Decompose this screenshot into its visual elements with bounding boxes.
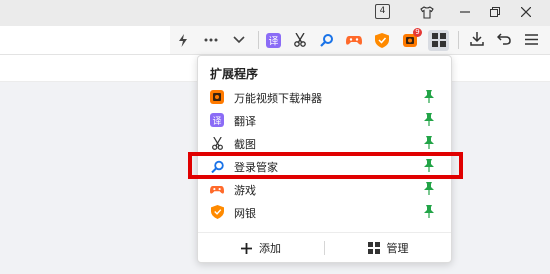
- address-bar[interactable]: [0, 26, 170, 54]
- extension-label: 万能视频下载神器: [234, 92, 322, 105]
- extension-label: 截图: [234, 138, 256, 151]
- add-extension-button[interactable]: 添加: [198, 233, 324, 263]
- video-badge: 9: [413, 28, 422, 37]
- panel-title: 扩展程序: [210, 67, 259, 81]
- scissors-icon: [210, 136, 224, 150]
- lightning-icon[interactable]: [176, 33, 190, 47]
- chevron-down-icon[interactable]: [232, 33, 246, 47]
- manage-label: 管理: [386, 242, 409, 255]
- shirt-icon[interactable]: [416, 2, 438, 22]
- extension-label: 网银: [234, 207, 256, 220]
- svg-text:译: 译: [212, 116, 221, 127]
- translate-icon[interactable]: 译: [264, 31, 282, 49]
- extension-item-translate[interactable]: 译 翻译: [198, 109, 451, 132]
- toolbar-separator: [458, 31, 459, 49]
- shield-icon[interactable]: [373, 31, 391, 49]
- extension-label: 翻译: [234, 115, 256, 128]
- highlight-box: [188, 152, 463, 179]
- plus-icon: [241, 242, 252, 254]
- svg-text:译: 译: [268, 35, 278, 47]
- more-icon[interactable]: [203, 33, 219, 47]
- video-download-icon: [210, 90, 224, 104]
- extension-item-online-banking[interactable]: 网银: [198, 201, 451, 224]
- toolbar-separator: [258, 31, 259, 49]
- pin-icon[interactable]: [424, 113, 436, 127]
- scissors-icon[interactable]: [291, 31, 309, 49]
- manage-extensions-button[interactable]: 管理: [325, 233, 451, 263]
- search-icon[interactable]: [318, 31, 336, 49]
- extensions-icon[interactable]: [430, 31, 448, 49]
- close-icon[interactable]: [515, 2, 537, 22]
- video-download-icon[interactable]: 9: [401, 28, 422, 49]
- panel-footer: 添加 管理: [198, 232, 451, 263]
- shield-icon: [210, 205, 224, 219]
- extension-label: 游戏: [234, 184, 256, 197]
- translate-icon: 译: [210, 113, 224, 127]
- pin-icon[interactable]: [424, 136, 436, 150]
- add-label: 添加: [259, 242, 281, 255]
- grid-icon: [367, 242, 380, 254]
- undo-icon[interactable]: [496, 31, 512, 47]
- pin-icon[interactable]: [424, 182, 436, 196]
- pin-icon[interactable]: [424, 90, 436, 104]
- menu-icon[interactable]: [523, 31, 539, 47]
- minimize-icon[interactable]: [454, 2, 476, 22]
- pin-icon[interactable]: [424, 205, 436, 219]
- download-icon[interactable]: [469, 31, 485, 47]
- extension-item-game[interactable]: 游戏: [198, 178, 451, 201]
- extension-item-video-download[interactable]: 万能视频下载神器: [198, 86, 451, 109]
- restore-icon[interactable]: [484, 2, 506, 22]
- game-icon[interactable]: [345, 31, 363, 49]
- tab-count-icon[interactable]: 4: [375, 4, 390, 19]
- game-icon: [210, 182, 224, 196]
